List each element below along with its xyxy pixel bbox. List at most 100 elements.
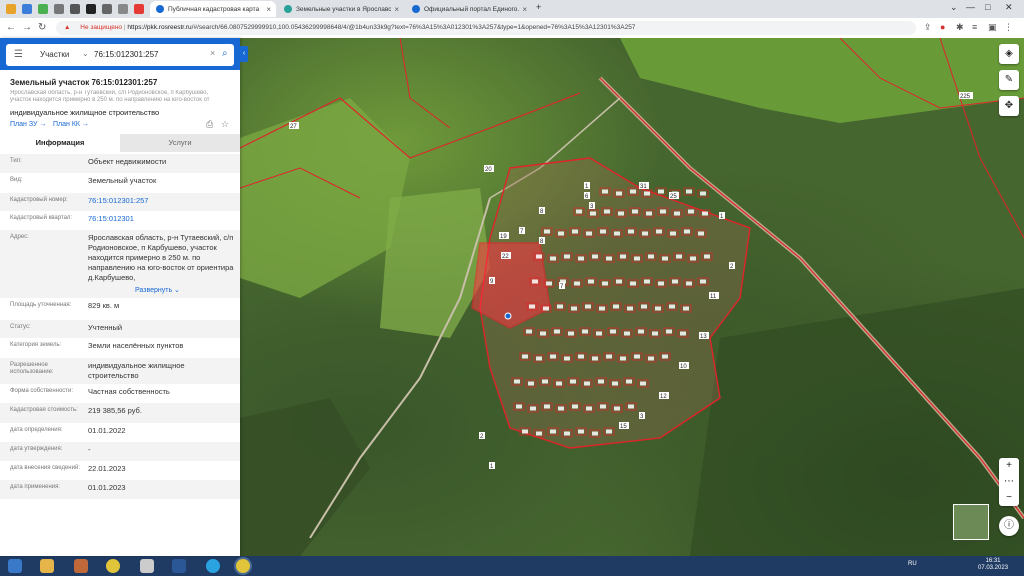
print-icon[interactable]: ⎙ [206, 119, 213, 130]
paint-icon[interactable] [74, 559, 88, 573]
tab-information[interactable]: Информация [0, 134, 120, 154]
collapse-panel-button[interactable]: ‹ [240, 46, 248, 62]
tab-official-portal[interactable]: Официальный портал Единого... × [406, 1, 532, 17]
pinned-tab-green-icon[interactable] [38, 4, 48, 14]
share-icon[interactable]: ⇪ [924, 22, 932, 33]
parcel-number-tag [698, 231, 704, 236]
info-panel: ☰ Участки ⌄ × ⌕ Земельный участок 76:15:… [0, 38, 240, 556]
forward-icon[interactable]: → [22, 22, 32, 33]
search-input[interactable] [94, 47, 206, 61]
close-tab-icon[interactable]: × [266, 5, 271, 14]
pinned-tab-site-icon[interactable] [22, 4, 32, 14]
map-label: 22 [502, 254, 509, 260]
zoom-out-button[interactable]: − [999, 490, 1019, 506]
file-explorer-icon[interactable] [40, 559, 54, 573]
zoom-more-icon[interactable]: ⋯ [999, 474, 1019, 490]
pinned-tab-mail-icon[interactable] [6, 4, 16, 14]
hamburger-menu-icon[interactable]: ☰ [14, 49, 23, 60]
insecure-warning-icon[interactable]: ▲ [64, 24, 72, 31]
notepad-icon[interactable] [140, 559, 154, 573]
extension-red-icon[interactable]: ● [940, 22, 945, 32]
sidepanel-icon[interactable]: ▣ [988, 22, 997, 33]
satellite-map[interactable]: 20 22 1 6 7 8 19 31 25 9 7 1 2 11 13 10 12 3 15 2 1 3 8 27 225 [240, 38, 1024, 556]
pinned-tab-globe-icon[interactable] [70, 4, 80, 14]
parcel-number-tag [604, 209, 610, 214]
pinned-tab-gray-icon[interactable] [54, 4, 64, 14]
maximize-icon[interactable]: □ [985, 2, 990, 12]
parcel-number-tag [652, 331, 658, 336]
field-area [240, 98, 410, 298]
language-indicator[interactable]: RU [908, 561, 917, 567]
basemap-switcher[interactable] [953, 504, 989, 540]
attr-row-status: Статус: Учтенный [0, 320, 240, 338]
search-icon[interactable]: ⌕ [222, 48, 228, 59]
parcel-number-tag [704, 254, 710, 259]
close-window-icon[interactable]: ✕ [1005, 2, 1013, 13]
field-area [380, 188, 490, 338]
tab-land-plots[interactable]: Земельные участки в Ярославск... × [278, 1, 404, 17]
start-icon[interactable] [8, 559, 22, 573]
parcel-number-tag [576, 209, 582, 214]
parcel-number-tag [556, 381, 562, 386]
new-tab-icon[interactable]: + [536, 2, 541, 12]
word-icon[interactable] [172, 559, 186, 573]
plan-zu-link[interactable]: План ЗУ → [10, 121, 46, 128]
ruler-icon[interactable]: ✎ [999, 70, 1019, 90]
parcel-number-tag [634, 354, 640, 359]
parcel-number-tag [584, 381, 590, 386]
parcel-number-tag [574, 281, 580, 286]
close-tab-icon[interactable]: × [522, 5, 527, 14]
telegram-icon[interactable] [206, 559, 220, 573]
parcel-number-tag [528, 381, 534, 386]
tab-search-chevron-icon[interactable]: ⌄ [950, 2, 958, 13]
clock[interactable]: 16:31 07.03.2023 [978, 558, 1008, 572]
parcel-number-tag [600, 229, 606, 234]
parcel-number-tag [644, 191, 650, 196]
plan-kk-link[interactable]: План КК → [53, 121, 89, 128]
parcel-number-tag [646, 211, 652, 216]
chevron-down-icon[interactable]: ⌄ [82, 49, 89, 58]
expand-address-button[interactable]: Развернуть ⌄ [135, 286, 180, 294]
favorite-star-icon[interactable]: ☆ [221, 119, 229, 130]
pinned-tab-red-icon[interactable] [134, 4, 144, 14]
parcel-number-tag [666, 329, 672, 334]
pinned-tab-dark-icon[interactable] [86, 4, 96, 14]
back-icon[interactable]: ← [6, 22, 16, 33]
parcel-number-tag [616, 191, 622, 196]
parcel-number-tag [680, 331, 686, 336]
map-label: 19 [500, 234, 507, 240]
parcel-number-tag [669, 304, 675, 309]
pinned-tab-page-icon[interactable] [118, 4, 128, 14]
layers-icon[interactable]: ◈ [999, 44, 1019, 64]
extensions-puzzle-icon[interactable]: ✱ [956, 22, 964, 33]
map-label: 13 [700, 334, 707, 340]
chrome-icon[interactable] [106, 559, 120, 573]
zoom-in-button[interactable]: + [999, 458, 1019, 474]
parcel-number-tag [578, 256, 584, 261]
parcel-number-tag [572, 404, 578, 409]
parcel-number-tag [544, 229, 550, 234]
clear-search-icon[interactable]: × [210, 48, 215, 58]
parcel-number-tag [564, 431, 570, 436]
info-icon[interactable]: ⓘ [999, 516, 1019, 536]
locate-icon[interactable]: ✥ [999, 96, 1019, 116]
parcel-number-tag [648, 356, 654, 361]
attr-row-ownership: Форма собственности: Частная собственнос… [10, 387, 170, 396]
close-tab-icon[interactable]: × [394, 5, 399, 14]
reload-icon[interactable]: ↻ [38, 22, 46, 33]
search-category-select[interactable]: Участки [40, 50, 69, 59]
address-bar[interactable]: ▲ Не защищено | https://pkk.rosreestr.ru… [56, 21, 916, 35]
parcel-number-tag [606, 354, 612, 359]
pinned-tab-web-icon[interactable] [102, 4, 112, 14]
browser-menu-icon[interactable]: ⋮ [1004, 22, 1013, 33]
parcel-number-tag [660, 209, 666, 214]
reading-list-icon[interactable]: ≡ [972, 22, 977, 32]
tab-cadastral-map[interactable]: Публичная кадастровая карта × [150, 1, 276, 17]
chrome-active-icon[interactable] [236, 559, 250, 573]
tab-services[interactable]: Услуги [120, 134, 240, 152]
parcel-number-tag [620, 356, 626, 361]
parcel-number-tag [540, 331, 546, 336]
minimize-icon[interactable]: — [966, 2, 975, 12]
cadastral-number-link[interactable]: 76:15:012301:257 [88, 196, 234, 206]
cadastral-quarter-link[interactable]: 76:15:012301 [88, 214, 234, 224]
